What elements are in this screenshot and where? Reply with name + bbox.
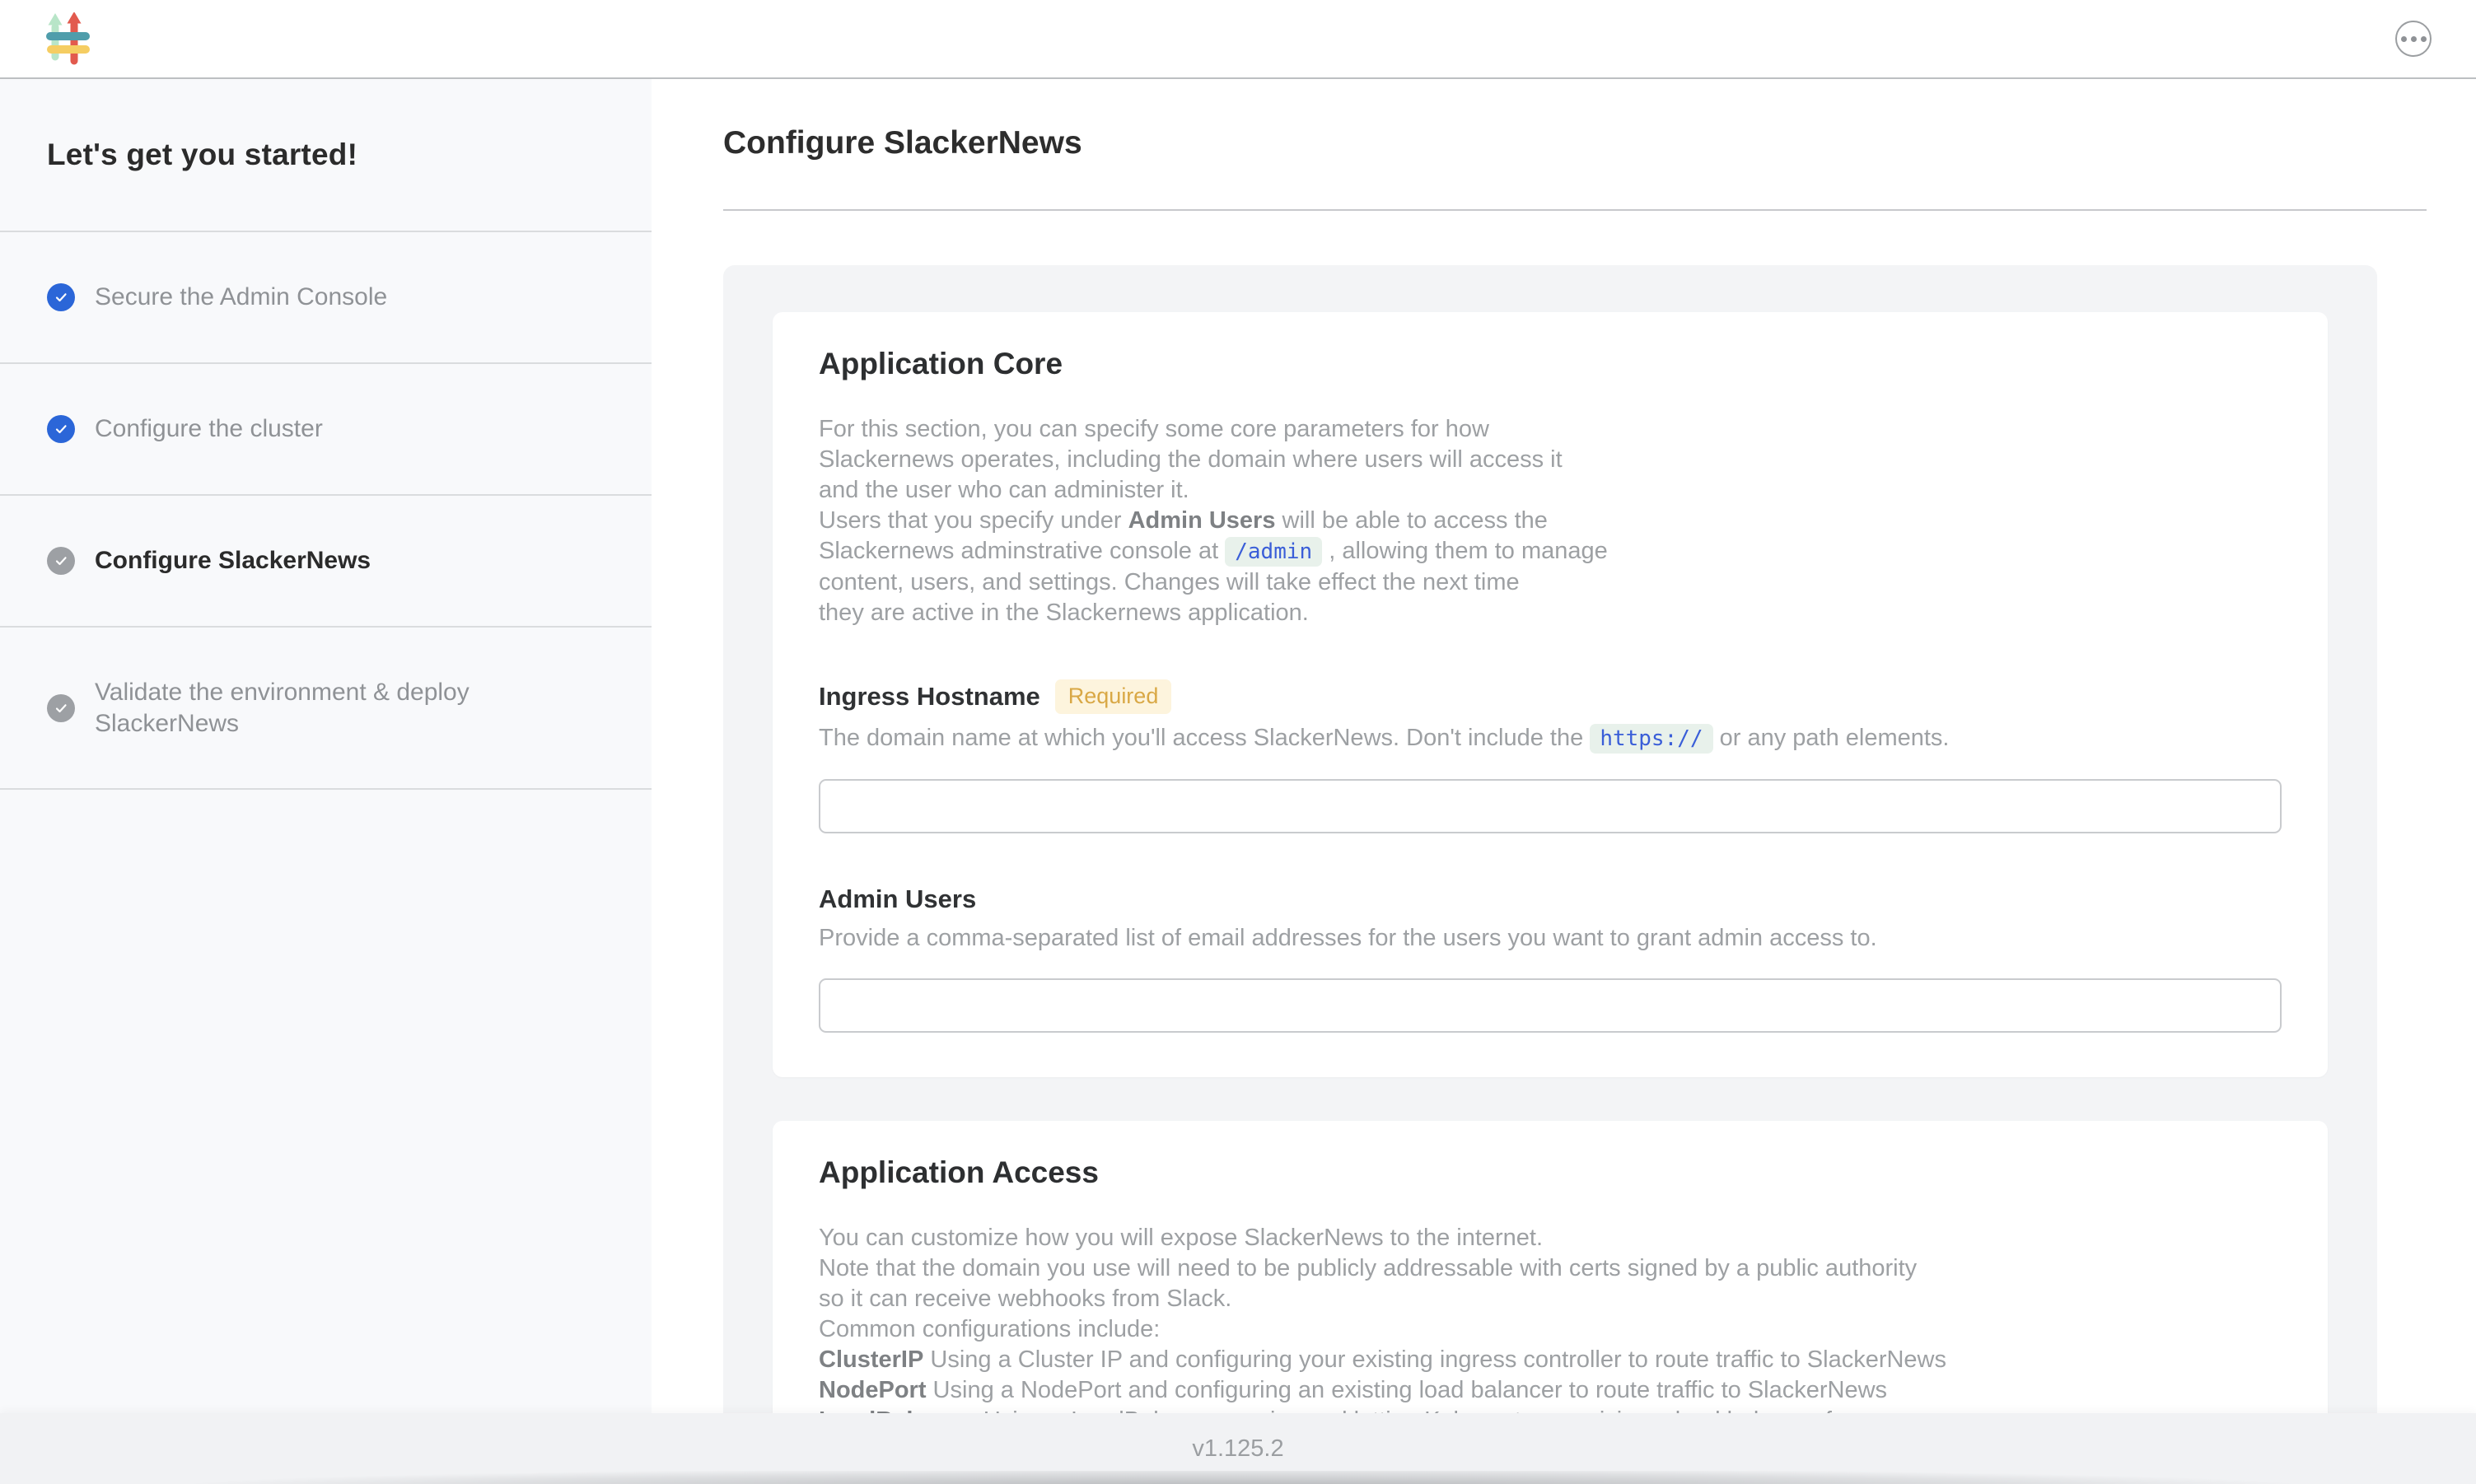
check-circle-icon bbox=[47, 694, 75, 722]
app-version: v1.125.2 bbox=[1192, 1435, 1283, 1463]
sidebar-step-validate-deploy[interactable]: Validate the environment & deploy Slacke… bbox=[0, 628, 652, 790]
config-panel: Application Core For this section, you c… bbox=[723, 265, 2377, 1413]
top-bar bbox=[0, 0, 2476, 79]
title-divider bbox=[723, 209, 2427, 211]
main-content: Configure SlackerNews Application Core F… bbox=[652, 79, 2476, 1413]
sidebar-step-secure-admin-console[interactable]: Secure the Admin Console bbox=[0, 232, 652, 364]
ellipsis-dot bbox=[2411, 36, 2417, 42]
field-helper-text: The domain name at which you'll access S… bbox=[819, 723, 2282, 754]
card-title: Application Core bbox=[819, 347, 2282, 381]
overflow-menu-button[interactable] bbox=[2395, 21, 2432, 57]
step-label: Configure SlackerNews bbox=[95, 545, 371, 576]
card-title: Application Access bbox=[819, 1155, 2282, 1190]
sidebar-step-configure-slackernews[interactable]: Configure SlackerNews bbox=[0, 496, 652, 628]
slackernews-logo-icon bbox=[46, 12, 90, 65]
card-description: You can customize how you will expose Sl… bbox=[819, 1223, 2282, 1413]
page-title: Configure SlackerNews bbox=[723, 125, 2427, 161]
app-footer: v1.125.2 bbox=[0, 1413, 2476, 1484]
field-helper-text: Provide a comma-separated list of email … bbox=[819, 923, 2282, 954]
card-description: For this section, you can specify some c… bbox=[819, 414, 2282, 628]
step-label: Secure the Admin Console bbox=[95, 282, 387, 313]
sidebar-heading: Let's get you started! bbox=[0, 79, 652, 232]
sidebar-step-configure-cluster[interactable]: Configure the cluster bbox=[0, 364, 652, 496]
check-circle-icon bbox=[47, 283, 75, 311]
admin-users-input[interactable] bbox=[819, 978, 2282, 1033]
ingress-hostname-input[interactable] bbox=[819, 779, 2282, 833]
check-circle-icon bbox=[47, 547, 75, 575]
check-circle-icon bbox=[47, 415, 75, 443]
setup-steps-sidebar: Let's get you started! Secure the Admin … bbox=[0, 79, 652, 1413]
application-access-card: Application Access You can customize how… bbox=[773, 1121, 2328, 1413]
step-label: Configure the cluster bbox=[95, 413, 323, 445]
admin-console-window: Let's get you started! Secure the Admin … bbox=[0, 0, 2476, 1484]
field-label: Admin Users bbox=[819, 884, 976, 914]
ellipsis-dot bbox=[2421, 36, 2427, 42]
admin-users-field-group: Admin Users Provide a comma-separated li… bbox=[819, 884, 2282, 1033]
ellipsis-dot bbox=[2401, 36, 2407, 42]
field-label: Ingress Hostname bbox=[819, 682, 1040, 712]
step-label: Validate the environment & deploy Slacke… bbox=[95, 677, 556, 740]
application-core-card: Application Core For this section, you c… bbox=[773, 312, 2328, 1077]
required-badge: Required bbox=[1055, 679, 1172, 714]
ingress-hostname-field-group: Ingress Hostname Required The domain nam… bbox=[819, 679, 2282, 833]
